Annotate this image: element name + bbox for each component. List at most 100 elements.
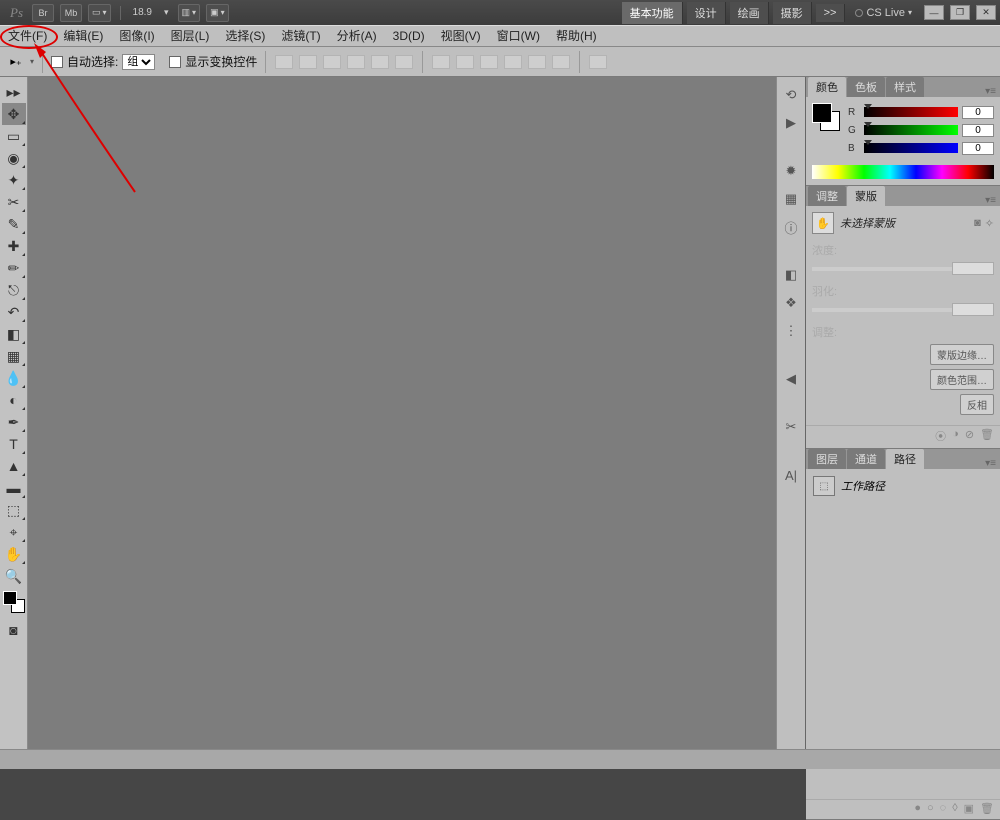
color-spectrum[interactable] [812,165,994,179]
delete-path-icon[interactable]: 🗑 [980,802,994,815]
menu-select[interactable]: 选择(S) [217,25,273,47]
history-panel-icon[interactable]: ⟲ [780,84,802,106]
auto-align-icon[interactable] [589,55,607,69]
hand-tool[interactable]: ✋ [2,543,26,565]
r-value[interactable] [962,106,994,119]
magic-wand-tool[interactable]: ✦ [2,169,26,191]
type-tool[interactable]: T [2,433,26,455]
dodge-tool[interactable]: ◐ [2,389,26,411]
g-value[interactable] [962,124,994,137]
clonesource-panel-icon[interactable]: ▦ [780,188,802,210]
zoom-level[interactable]: 18.9 [133,7,152,18]
info-panel-icon[interactable]: ⓘ [780,216,802,238]
pen-tool[interactable]: ✒ [2,411,26,433]
window-restore[interactable]: ❐ [950,5,970,20]
navigator-panel-icon[interactable]: ◀ [780,368,802,390]
swatches-panel-icon[interactable]: ◧ [780,264,802,286]
selection-to-path-icon[interactable]: ◊ [952,802,957,815]
workspace-photography[interactable]: 摄影 [773,2,812,24]
distribute-icon-3[interactable] [480,55,498,69]
tab-masks[interactable]: 蒙版 [847,186,885,206]
tab-layers[interactable]: 图层 [808,449,846,469]
b-value[interactable] [962,142,994,155]
distribute-icon-2[interactable] [456,55,474,69]
tool-presets-panel-icon[interactable]: ✂ [780,416,802,438]
gradient-tool[interactable]: ▦ [2,345,26,367]
mask-apply-icon[interactable]: ⦿ [935,428,946,444]
vector-mask-button[interactable]: ✧ [985,217,994,230]
window-minimize[interactable]: — [924,5,944,20]
move-tool[interactable]: ✥ [2,103,26,125]
history-brush-tool[interactable]: ↶ [2,301,26,323]
mask-edge-button[interactable]: 蒙版边缘… [930,344,994,365]
align-icon-6[interactable] [395,55,413,69]
marquee-tool[interactable]: ▭ [2,125,26,147]
lasso-tool[interactable]: ◉ [2,147,26,169]
minibridge-button[interactable]: Mb [60,4,82,22]
3d-tool[interactable]: ⬚ [2,499,26,521]
healing-tool[interactable]: ✚ [2,235,26,257]
distribute-icon-5[interactable] [528,55,546,69]
menu-layer[interactable]: 图层(L) [163,25,218,47]
workspace-more[interactable]: >> [816,4,846,22]
color-thumb[interactable] [812,103,840,131]
stroke-path-icon[interactable]: ○ [927,802,934,815]
path-item[interactable]: ⬚ 工作路径 [810,473,996,499]
panel-menu-icon[interactable]: ▾≡ [981,195,1000,206]
stamp-tool[interactable]: ⎋ [2,279,26,301]
color-range-button[interactable]: 颜色范围… [930,369,994,390]
screen-mode-button[interactable]: ▭ [88,4,111,22]
pixel-mask-button[interactable]: ◙ [974,217,981,230]
zoom-dropdown-icon[interactable]: ▾ [161,4,172,22]
paragraph-panel-icon[interactable]: A| [780,464,802,486]
tab-paths[interactable]: 路径 [886,449,924,469]
quick-mask-toggle[interactable]: ◙ [2,619,26,641]
eraser-tool[interactable]: ◧ [2,323,26,345]
menu-help[interactable]: 帮助(H) [548,25,605,47]
panel-menu-icon[interactable]: ▾≡ [981,458,1000,469]
3d-camera-tool[interactable]: ⌖ [2,521,26,543]
blur-tool[interactable]: 💧 [2,367,26,389]
zoom-tool[interactable]: 🔍 [2,565,26,587]
invert-button[interactable]: 反相 [960,394,994,415]
tab-color[interactable]: 颜色 [808,77,846,97]
view-extras-button[interactable]: ▥ [178,4,201,22]
color-swatches[interactable] [3,591,25,613]
menu-view[interactable]: 视图(V) [433,25,489,47]
align-icon-5[interactable] [371,55,389,69]
mask-disable-icon[interactable]: ⊘ [965,428,974,444]
path-selection-tool[interactable]: ▲ [2,455,26,477]
tab-toggle-icon[interactable]: ▸▸ [2,81,26,103]
workspace-painting[interactable]: 绘画 [730,2,769,24]
character-panel-icon[interactable]: ⋮ [780,320,802,342]
distribute-icon-6[interactable] [552,55,570,69]
g-slider[interactable] [864,125,958,135]
mask-view-icon[interactable]: ◑ [952,428,959,444]
align-icon-2[interactable] [299,55,317,69]
menu-filter[interactable]: 滤镜(T) [273,25,328,47]
window-close[interactable]: ✕ [976,5,996,20]
align-icon-3[interactable] [323,55,341,69]
mask-delete-icon[interactable]: 🗑 [980,428,994,444]
distribute-icon-4[interactable] [504,55,522,69]
cslive-button[interactable]: CS Live ▾ [849,7,918,19]
show-transform-checkbox[interactable] [169,56,181,68]
align-icon-4[interactable] [347,55,365,69]
path-to-selection-icon[interactable]: ◌ [940,802,947,815]
brushes-panel-icon[interactable]: ✹ [780,160,802,182]
arrange-documents-button[interactable]: ▣ [206,4,229,22]
distribute-icon-1[interactable] [432,55,450,69]
panel-menu-icon[interactable]: ▾≡ [981,86,1000,97]
brush-tool[interactable]: ✏ [2,257,26,279]
tab-styles[interactable]: 样式 [886,77,924,97]
tab-adjustments[interactable]: 调整 [808,186,846,206]
menu-analysis[interactable]: 分析(A) [329,25,385,47]
r-slider[interactable] [864,107,958,117]
workspace-essentials[interactable]: 基本功能 [622,2,683,24]
actions-panel-icon[interactable]: ▶ [780,112,802,134]
styles-panel-icon[interactable]: ❖ [780,292,802,314]
tab-channels[interactable]: 通道 [847,449,885,469]
shape-tool[interactable]: ▬ [2,477,26,499]
eyedropper-tool[interactable]: ✎ [2,213,26,235]
bridge-button[interactable]: Br [32,4,54,22]
